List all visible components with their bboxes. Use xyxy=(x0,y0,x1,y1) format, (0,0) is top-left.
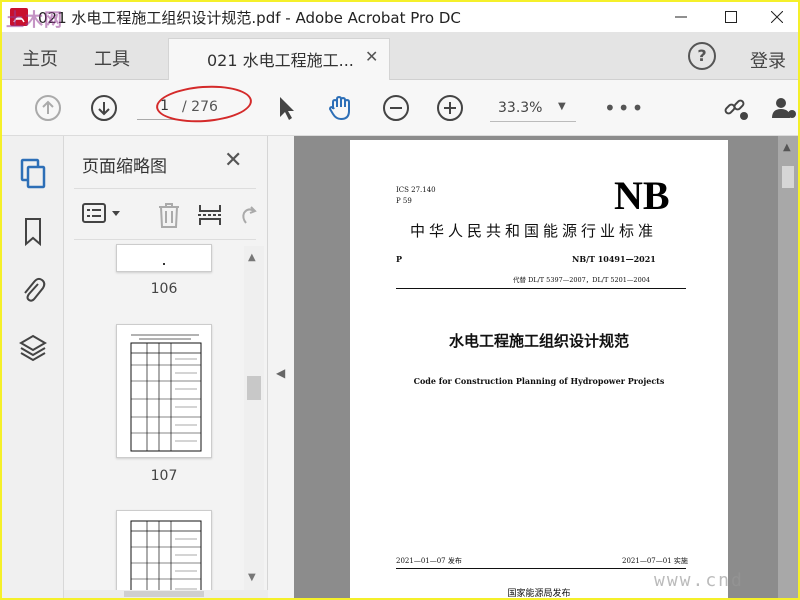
document-scrollbar[interactable]: ▲ xyxy=(778,136,798,598)
pdf-page: ICS 27.140 P 59 NB 中华人民共和国能源行业标准 P NB/T … xyxy=(350,140,728,598)
hand-tool-icon[interactable] xyxy=(326,94,354,122)
document-view[interactable]: ICS 27.140 P 59 NB 中华人民共和国能源行业标准 P NB/T … xyxy=(294,136,798,598)
page-thumbnail[interactable] xyxy=(116,324,212,458)
layers-icon[interactable] xyxy=(18,332,48,364)
tab-tools[interactable]: 工具 xyxy=(94,45,130,71)
scroll-up-icon[interactable]: ▲ xyxy=(783,142,791,153)
left-nav-rail xyxy=(2,136,64,598)
page-thumbnail-content xyxy=(130,520,202,598)
panel-title: 页面缩略图 xyxy=(82,157,167,177)
extract-page-icon[interactable] xyxy=(196,201,224,229)
previous-page-icon[interactable] xyxy=(34,94,62,122)
collapse-panel-icon[interactable]: ◀ xyxy=(276,366,285,380)
zoom-out-icon[interactable] xyxy=(382,94,410,122)
acrobat-window: 021 水电工程施工组织设计规范.pdf - Adobe Acrobat Pro… xyxy=(2,2,798,598)
tab-bar: 主页 工具 021 水电工程施工... ✕ ? 登录 xyxy=(2,32,798,80)
scroll-down-icon[interactable]: ▼ xyxy=(248,572,256,583)
bookmark-icon[interactable] xyxy=(18,216,48,248)
p-code: P 59 xyxy=(396,197,412,205)
tab-document-label: 021 水电工程施工... xyxy=(207,51,354,70)
title-bar: 021 水电工程施工组织设计规范.pdf - Adobe Acrobat Pro… xyxy=(2,2,798,32)
minimize-button[interactable] xyxy=(658,2,704,32)
chevron-down-icon: ▼ xyxy=(558,101,566,112)
maximize-button[interactable] xyxy=(708,2,754,32)
close-window-button[interactable] xyxy=(754,2,798,32)
page-thumbnail[interactable] xyxy=(116,244,212,272)
panel-collapse-strip: ◀ xyxy=(268,136,294,598)
thumbnail-options-icon[interactable] xyxy=(82,201,126,227)
zoom-dropdown[interactable]: 33.3% ▼ xyxy=(490,94,576,122)
zoom-in-icon[interactable] xyxy=(436,94,464,122)
replaces-note: 代替 DL/T 5397—2007，DL/T 5201—2004 xyxy=(513,276,650,284)
thumbnail-toolbar xyxy=(74,188,258,240)
delete-page-icon[interactable] xyxy=(156,201,182,229)
more-tools-icon[interactable]: ••• xyxy=(604,96,645,120)
document-title: 水电工程施工组织设计规范 xyxy=(448,332,629,350)
maximize-icon xyxy=(725,11,737,23)
standard-name: 中华人民共和国能源行业标准 xyxy=(410,222,658,240)
page-thumbnail-content xyxy=(130,334,202,452)
p-mark: P xyxy=(396,254,403,264)
scroll-thumb[interactable] xyxy=(782,166,794,188)
zoom-value: 33.3% xyxy=(498,100,543,116)
ics-code: ICS 27.140 xyxy=(396,186,436,194)
watermark-top-left: 土木网 xyxy=(6,10,63,31)
scroll-thumb[interactable] xyxy=(247,376,261,400)
nb-logo: NB xyxy=(614,173,670,218)
page-thumbnail[interactable] xyxy=(116,510,212,598)
thumbnail-scrollbar[interactable]: ▲ ▼ xyxy=(244,246,264,598)
scroll-up-icon[interactable]: ▲ xyxy=(248,252,256,263)
rotate-page-icon[interactable] xyxy=(238,201,258,229)
standard-number: NB/T 10491—2021 xyxy=(572,254,656,264)
footer-rule xyxy=(396,568,686,569)
help-icon[interactable]: ? xyxy=(688,42,716,70)
close-icon xyxy=(771,11,783,23)
attachment-icon[interactable] xyxy=(18,274,48,306)
tab-document[interactable]: 021 水电工程施工... ✕ xyxy=(168,38,390,80)
next-page-icon[interactable] xyxy=(90,94,118,122)
minimize-icon xyxy=(675,16,687,18)
tab-close-icon[interactable]: ✕ xyxy=(365,47,378,66)
toolbar: 1 / 276 33.3% ▼ ••• xyxy=(2,80,798,136)
window-title: 021 水电工程施工组织设计规范.pdf - Adobe Acrobat Pro… xyxy=(38,9,461,27)
watermark-bottom-right: www.cnd xyxy=(654,570,744,591)
header-rule xyxy=(396,288,686,289)
page-thumbnail-label: 106 xyxy=(150,281,178,297)
document-title-english: Code for Construction Planning of Hydrop… xyxy=(413,376,665,386)
tab-home[interactable]: 主页 xyxy=(22,45,58,71)
page-thumbnails-icon[interactable] xyxy=(18,158,48,190)
thumbnail-horizontal-scrollbar[interactable] xyxy=(64,590,268,598)
close-panel-icon[interactable]: ✕ xyxy=(224,148,242,173)
add-user-icon[interactable] xyxy=(770,94,798,122)
share-link-icon[interactable] xyxy=(722,94,750,122)
page-thumbnail-label: 107 xyxy=(150,468,178,484)
scroll-thumb[interactable] xyxy=(124,591,204,597)
select-tool-icon[interactable] xyxy=(272,94,300,122)
effective-date: 2021—07—01 实施 xyxy=(622,557,688,565)
thumbnails-panel: 页面缩略图 ✕ 106 107 ▲ ▼ xyxy=(64,136,268,598)
login-button[interactable]: 登录 xyxy=(750,47,786,73)
release-date: 2021—01—07 发布 xyxy=(396,557,462,565)
